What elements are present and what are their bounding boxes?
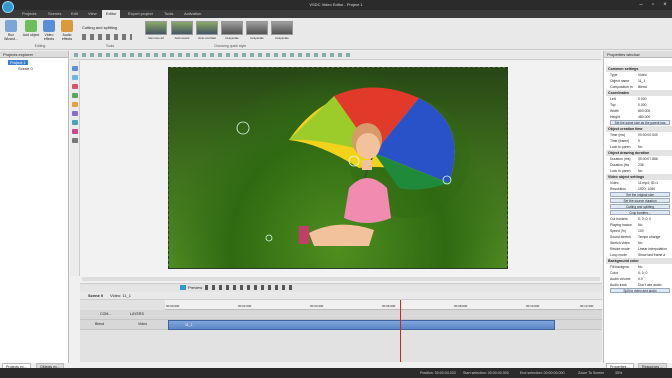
ruler-tick-label: 00:00.000 xyxy=(166,304,180,308)
video-effects-icon xyxy=(43,20,55,32)
text-tool-icon[interactable] xyxy=(72,66,78,71)
style-label: Auto levels xyxy=(174,36,190,40)
audio-effects-button[interactable]: Audio effects xyxy=(57,20,77,41)
minimize-icon[interactable]: – xyxy=(636,1,646,9)
style-label: Grayscale xyxy=(250,36,264,40)
wand-icon xyxy=(5,20,17,32)
preview-scrollbar[interactable] xyxy=(82,277,600,281)
prop-action-button[interactable]: Cutting and splitting xyxy=(610,204,670,209)
zoom-percent: 35% xyxy=(615,371,623,375)
style-thumb-auto-contrast[interactable] xyxy=(196,21,218,35)
tab-view[interactable]: View xyxy=(84,10,101,18)
video-tool-icon[interactable] xyxy=(72,93,78,98)
same-size-button[interactable]: Set the same size as the parent has xyxy=(610,120,670,125)
menu-bar xyxy=(0,10,672,18)
style-thumb-remove-all[interactable] xyxy=(145,21,167,35)
prop-action-button[interactable]: Set the original size xyxy=(610,192,670,197)
timeline-clip[interactable]: 11_1 xyxy=(168,320,555,330)
editing-group-label: Editing xyxy=(34,44,46,48)
status-start: Start selection: 00:00:00.000 xyxy=(463,371,509,375)
tab-editor[interactable]: Editor xyxy=(102,10,121,18)
styles-group-label: Choosing quick style xyxy=(213,44,247,48)
properties-header: Properties window xyxy=(604,51,672,58)
tree-item-scene[interactable]: Scene 0 xyxy=(0,65,68,71)
sprite-tool-icon[interactable] xyxy=(72,138,78,143)
tab-projects[interactable]: Projects xyxy=(18,10,40,18)
ruler-tick-label: 00:04.000 xyxy=(310,304,324,308)
prop-action-button[interactable]: Set the source duration xyxy=(610,198,670,203)
tab-edit[interactable]: Edit xyxy=(67,10,82,18)
timeline-tab-scene[interactable]: Scene 0 xyxy=(88,293,103,298)
ruler-tick-label: 00:10.000 xyxy=(526,304,540,308)
ruler-tick-label: 00:02.000 xyxy=(238,304,252,308)
timeline-tabs xyxy=(80,292,602,300)
playback-bar xyxy=(80,283,602,292)
status-position: Position: 00:00:04.033 xyxy=(420,371,456,375)
status-end: End selection: 00:00:00.000 xyxy=(520,371,565,375)
style-label: Grayscale xyxy=(275,36,289,40)
play-icon[interactable] xyxy=(180,285,186,290)
style-label: Remove all xyxy=(148,36,164,40)
track-name: COM... xyxy=(100,312,112,316)
timeline-tab-video[interactable]: Video: 11_1 xyxy=(110,293,131,298)
chart-tool-icon[interactable] xyxy=(72,111,78,116)
tab-tools[interactable]: Tools xyxy=(160,10,177,18)
shape-tool-icon[interactable] xyxy=(72,84,78,89)
style-label: Auto contrast xyxy=(198,36,216,40)
cutting-splitting-button[interactable]: Cutting and splitting xyxy=(82,25,117,30)
window-title: VSDC Video Editor - Project 1 xyxy=(309,2,363,7)
track-type: LAYERS xyxy=(130,312,144,316)
maximize-icon[interactable]: ▫ xyxy=(648,1,658,9)
track-type: Video xyxy=(138,322,148,326)
image-tool-icon[interactable] xyxy=(72,75,78,80)
timeline-row-layers[interactable] xyxy=(80,310,602,320)
subtitle-tool-icon[interactable] xyxy=(72,120,78,125)
tab-activation[interactable]: Activation xyxy=(180,10,205,18)
split-audio-button[interactable]: Split to video and audio xyxy=(610,288,670,293)
tab-scenes[interactable]: Scenes xyxy=(44,10,65,18)
explorer-header: Projects explorer xyxy=(0,51,68,58)
ruler-tick-label: 00:06.000 xyxy=(382,304,396,308)
audio-effects-icon xyxy=(61,20,73,32)
add-object-button[interactable]: Add object xyxy=(21,20,41,37)
style-label: Grayscale xyxy=(225,36,239,40)
spectrum-tool-icon[interactable] xyxy=(72,129,78,134)
track-name: Blend xyxy=(95,322,105,326)
tree-item-project[interactable]: Project 1 xyxy=(0,58,68,65)
transport-controls[interactable] xyxy=(205,285,295,290)
projects-explorer-panel: Projects explorer Project 1 Scene 0 xyxy=(0,51,69,363)
preview-button[interactable]: Preview xyxy=(188,285,202,290)
tools-group-label: Tools xyxy=(105,44,115,48)
girl-umbrella-image xyxy=(236,87,469,246)
prop-action-button[interactable]: Crop borders... xyxy=(610,210,670,215)
video-effects-button[interactable]: Video effects xyxy=(39,20,59,41)
zoom-to-screen-button[interactable]: Zoom To Screen xyxy=(578,368,604,378)
style-thumb-auto-levels[interactable] xyxy=(171,21,193,35)
style-thumb-grayscale-3[interactable] xyxy=(271,21,293,35)
clip-label: 11_1 xyxy=(185,323,193,327)
status-bar: Position: 00:00:04.033 Start selection: … xyxy=(0,368,672,378)
ruler-tick-label: 00:08.000 xyxy=(454,304,468,308)
editor-toolbar[interactable] xyxy=(70,51,601,60)
tab-export-project[interactable]: Export project xyxy=(124,10,157,18)
style-thumb-grayscale-1[interactable] xyxy=(221,21,243,35)
run-wizard-button[interactable]: Run Wizard... xyxy=(1,20,21,41)
ruler-tick-label: 00:12.000 xyxy=(580,304,594,308)
style-thumb-grayscale-2[interactable] xyxy=(246,21,268,35)
playhead[interactable] xyxy=(400,300,401,362)
tools-icons-row[interactable] xyxy=(82,34,132,40)
audio-tool-icon[interactable] xyxy=(72,102,78,107)
video-frame[interactable] xyxy=(168,67,508,269)
close-icon[interactable]: × xyxy=(660,1,670,9)
app-logo-icon[interactable] xyxy=(2,1,14,13)
plus-icon xyxy=(25,20,37,32)
